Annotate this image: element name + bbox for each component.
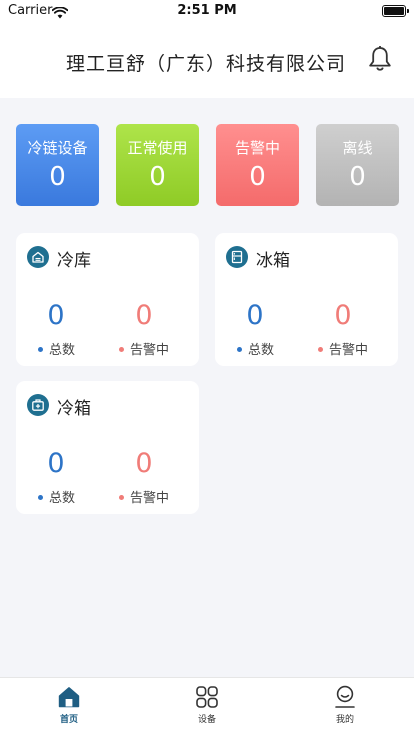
blue-dot-icon xyxy=(38,347,43,352)
stat-label: 冷链设备 xyxy=(27,139,88,157)
status-bar: Carrier 2:51 PM xyxy=(0,0,414,22)
tab-mine[interactable]: 我的 xyxy=(276,678,414,736)
card-title: 冰箱 xyxy=(256,251,290,271)
red-dot-icon xyxy=(119,495,124,500)
tab-label: 首页 xyxy=(59,715,78,725)
tab-label: 我的 xyxy=(335,715,354,725)
tab-home[interactable]: 首页 xyxy=(0,678,138,736)
fridge-icon xyxy=(226,246,248,268)
stat-normal-use[interactable]: 正常使用 0 xyxy=(116,124,199,206)
header: 理工亘舒（广东）科技有限公司 xyxy=(0,22,414,98)
total-label: 总数 xyxy=(38,487,75,506)
tab-label: 设备 xyxy=(197,715,216,725)
battery-icon xyxy=(382,5,409,17)
alarm-count: 0 xyxy=(135,300,153,331)
total-count: 0 xyxy=(47,300,65,331)
card-cold-box[interactable]: 冷箱 0 0 总数 告警中 xyxy=(16,381,199,514)
devices-grid-icon xyxy=(195,685,219,709)
bell-icon[interactable] xyxy=(367,45,393,77)
card-cold-storage[interactable]: 冷库 0 0 总数 告警中 xyxy=(16,233,199,366)
cold-storage-icon xyxy=(27,246,49,268)
tab-devices[interactable]: 设备 xyxy=(138,678,276,736)
stat-offline[interactable]: 离线 0 xyxy=(316,124,399,206)
summary-row: 冷链设备 0 正常使用 0 告警中 0 离线 0 xyxy=(16,124,399,206)
home-icon xyxy=(57,685,81,709)
stat-value: 0 xyxy=(149,162,166,192)
alarm-label: 告警中 xyxy=(119,339,169,358)
total-label: 总数 xyxy=(38,339,75,358)
blue-dot-icon xyxy=(38,495,43,500)
stat-value: 0 xyxy=(49,162,66,192)
alarm-count: 0 xyxy=(334,300,352,331)
blue-dot-icon xyxy=(237,347,242,352)
red-dot-icon xyxy=(318,347,323,352)
card-title: 冷库 xyxy=(57,251,91,271)
stat-value: 0 xyxy=(249,162,266,192)
total-label: 总数 xyxy=(237,339,274,358)
total-count: 0 xyxy=(47,448,65,479)
stat-label: 离线 xyxy=(342,139,373,157)
cold-box-icon xyxy=(27,394,49,416)
total-count: 0 xyxy=(246,300,264,331)
red-dot-icon xyxy=(119,347,124,352)
card-title: 冷箱 xyxy=(57,399,91,419)
clock: 2:51 PM xyxy=(177,3,237,18)
stat-value: 0 xyxy=(349,162,366,192)
alarm-label: 告警中 xyxy=(318,339,368,358)
stat-cold-chain-devices[interactable]: 冷链设备 0 xyxy=(16,124,99,206)
company-title: 理工亘舒（广东）科技有限公司 xyxy=(66,53,347,75)
stat-label: 正常使用 xyxy=(127,139,188,157)
tab-bar: 首页 设备 我的 xyxy=(0,677,414,736)
card-fridge[interactable]: 冰箱 0 0 总数 告警中 xyxy=(215,233,398,366)
stat-label: 告警中 xyxy=(234,139,280,157)
stat-alarming[interactable]: 告警中 0 xyxy=(216,124,299,206)
alarm-label: 告警中 xyxy=(119,487,169,506)
user-icon xyxy=(333,685,357,709)
alarm-count: 0 xyxy=(135,448,153,479)
